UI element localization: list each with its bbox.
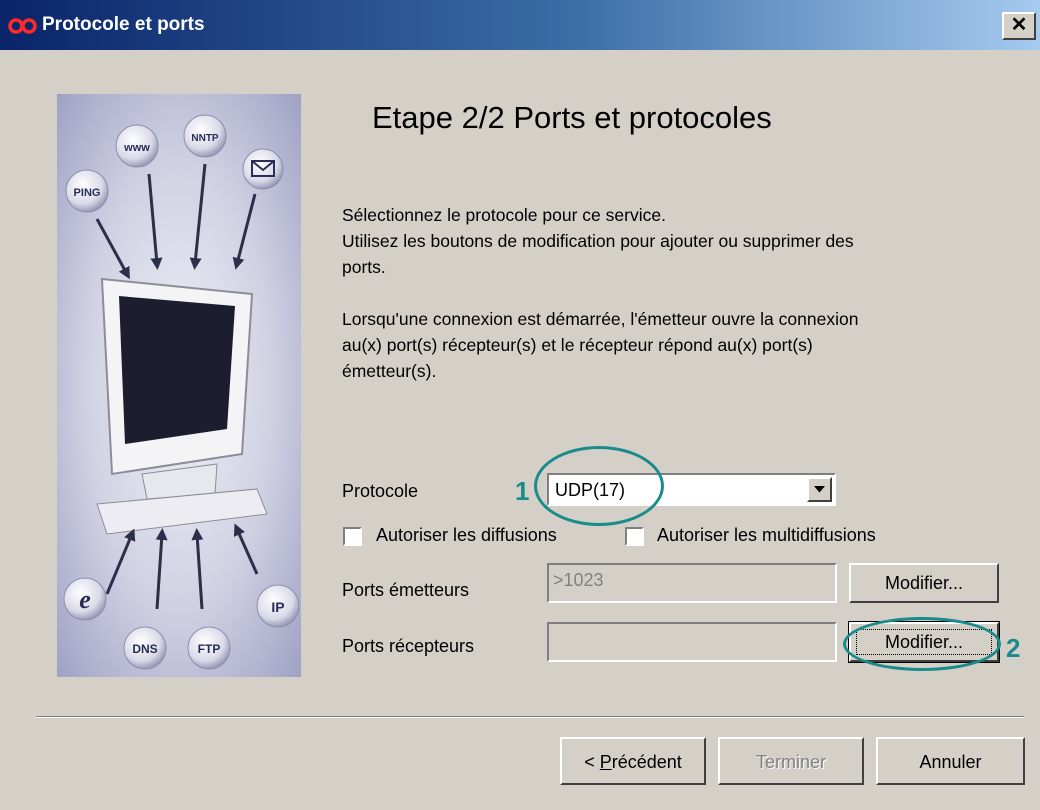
intro-line: Sélectionnez le protocole pour ce servic… — [342, 205, 666, 225]
ping-bubble: PING — [65, 169, 109, 213]
window-title: Protocole et ports — [42, 14, 205, 35]
app-logo-icon — [8, 18, 37, 34]
explanation-line: Lorsqu'une connexion est démarrée, l'éme… — [342, 309, 859, 329]
annotation-ellipse-protocol — [534, 446, 664, 526]
network-illustration: www NNTP PING e IP DNS FTP — [63, 114, 300, 670]
dns-bubble: DNS — [123, 626, 167, 670]
ie-bubble: e — [63, 577, 107, 621]
svg-text:PING: PING — [74, 187, 101, 199]
sender-ports-value: >1023 — [553, 570, 604, 590]
svg-text:www: www — [123, 142, 150, 154]
annotation-number-1: 1 — [515, 476, 530, 506]
annotation-ellipse-modify — [843, 617, 1001, 671]
svg-text:NNTP: NNTP — [191, 133, 219, 144]
footer-separator — [36, 716, 1024, 718]
www-bubble: www — [115, 124, 159, 168]
modify-sender-ports-button[interactable]: Modifier... — [849, 563, 999, 603]
modify-sender-ports-label: Modifier... — [884, 573, 964, 593]
outgoing-arrows — [105, 523, 259, 610]
receiver-ports-field — [547, 622, 837, 662]
sender-ports-field: >1023 — [547, 563, 837, 603]
broadcast-checkbox[interactable] — [343, 527, 362, 546]
svg-text:FTP: FTP — [198, 642, 221, 656]
page-title: Etape 2/2 Ports et protocoles — [372, 100, 772, 135]
finish-label: Terminer — [755, 752, 826, 772]
intro-paragraph: Sélectionnez le protocole pour ce servic… — [342, 202, 982, 280]
ftp-bubble: FTP — [187, 626, 231, 670]
svg-text:e: e — [79, 585, 91, 614]
multicast-checkbox[interactable] — [625, 527, 644, 546]
explanation-line: au(x) port(s) récepteur(s) et le récepte… — [342, 335, 813, 355]
close-button[interactable]: ✕ — [1002, 12, 1036, 40]
protocol-label: Protocole — [342, 481, 419, 501]
intro-line: Utilisez les boutons de modification pou… — [342, 231, 854, 251]
receiver-ports-label: Ports récepteurs — [342, 636, 475, 656]
cancel-label: Annuler — [919, 752, 982, 772]
dialog-window: Protocole et ports ✕ www NNTP PING e IP … — [0, 0, 1040, 810]
nntp-bubble: NNTP — [183, 114, 227, 158]
annotation-number-2: 2 — [1006, 633, 1021, 663]
previous-mnemonic: P — [599, 752, 612, 772]
sender-ports-label: Ports émetteurs — [342, 580, 470, 600]
svg-text:DNS: DNS — [132, 642, 157, 656]
cancel-button[interactable]: Annuler — [876, 737, 1025, 785]
previous-button[interactable]: < Précédent — [560, 737, 706, 785]
previous-label: récédent — [611, 752, 682, 772]
explanation-line: émetteur(s). — [342, 361, 437, 381]
ip-bubble: IP — [256, 584, 300, 628]
monitor-icon — [96, 277, 268, 535]
incoming-arrows — [95, 163, 257, 280]
mail-bubble — [242, 148, 284, 190]
protocol-dropdown-button[interactable] — [807, 477, 832, 502]
close-icon: ✕ — [1010, 14, 1028, 36]
wizard-side-image: www NNTP PING e IP DNS FTP — [57, 94, 301, 677]
multicast-label[interactable]: Autoriser les multidiffusions — [657, 525, 876, 546]
explanation-paragraph: Lorsqu'une connexion est démarrée, l'éme… — [342, 306, 982, 384]
intro-line: ports. — [342, 257, 386, 277]
broadcast-label[interactable]: Autoriser les diffusions — [376, 525, 557, 546]
title-bar[interactable]: Protocole et ports ✕ — [0, 0, 1040, 50]
finish-button[interactable]: Terminer — [718, 737, 864, 785]
svg-text:IP: IP — [271, 599, 284, 615]
chevron-down-icon — [814, 486, 825, 493]
previous-prefix: < — [584, 752, 600, 772]
